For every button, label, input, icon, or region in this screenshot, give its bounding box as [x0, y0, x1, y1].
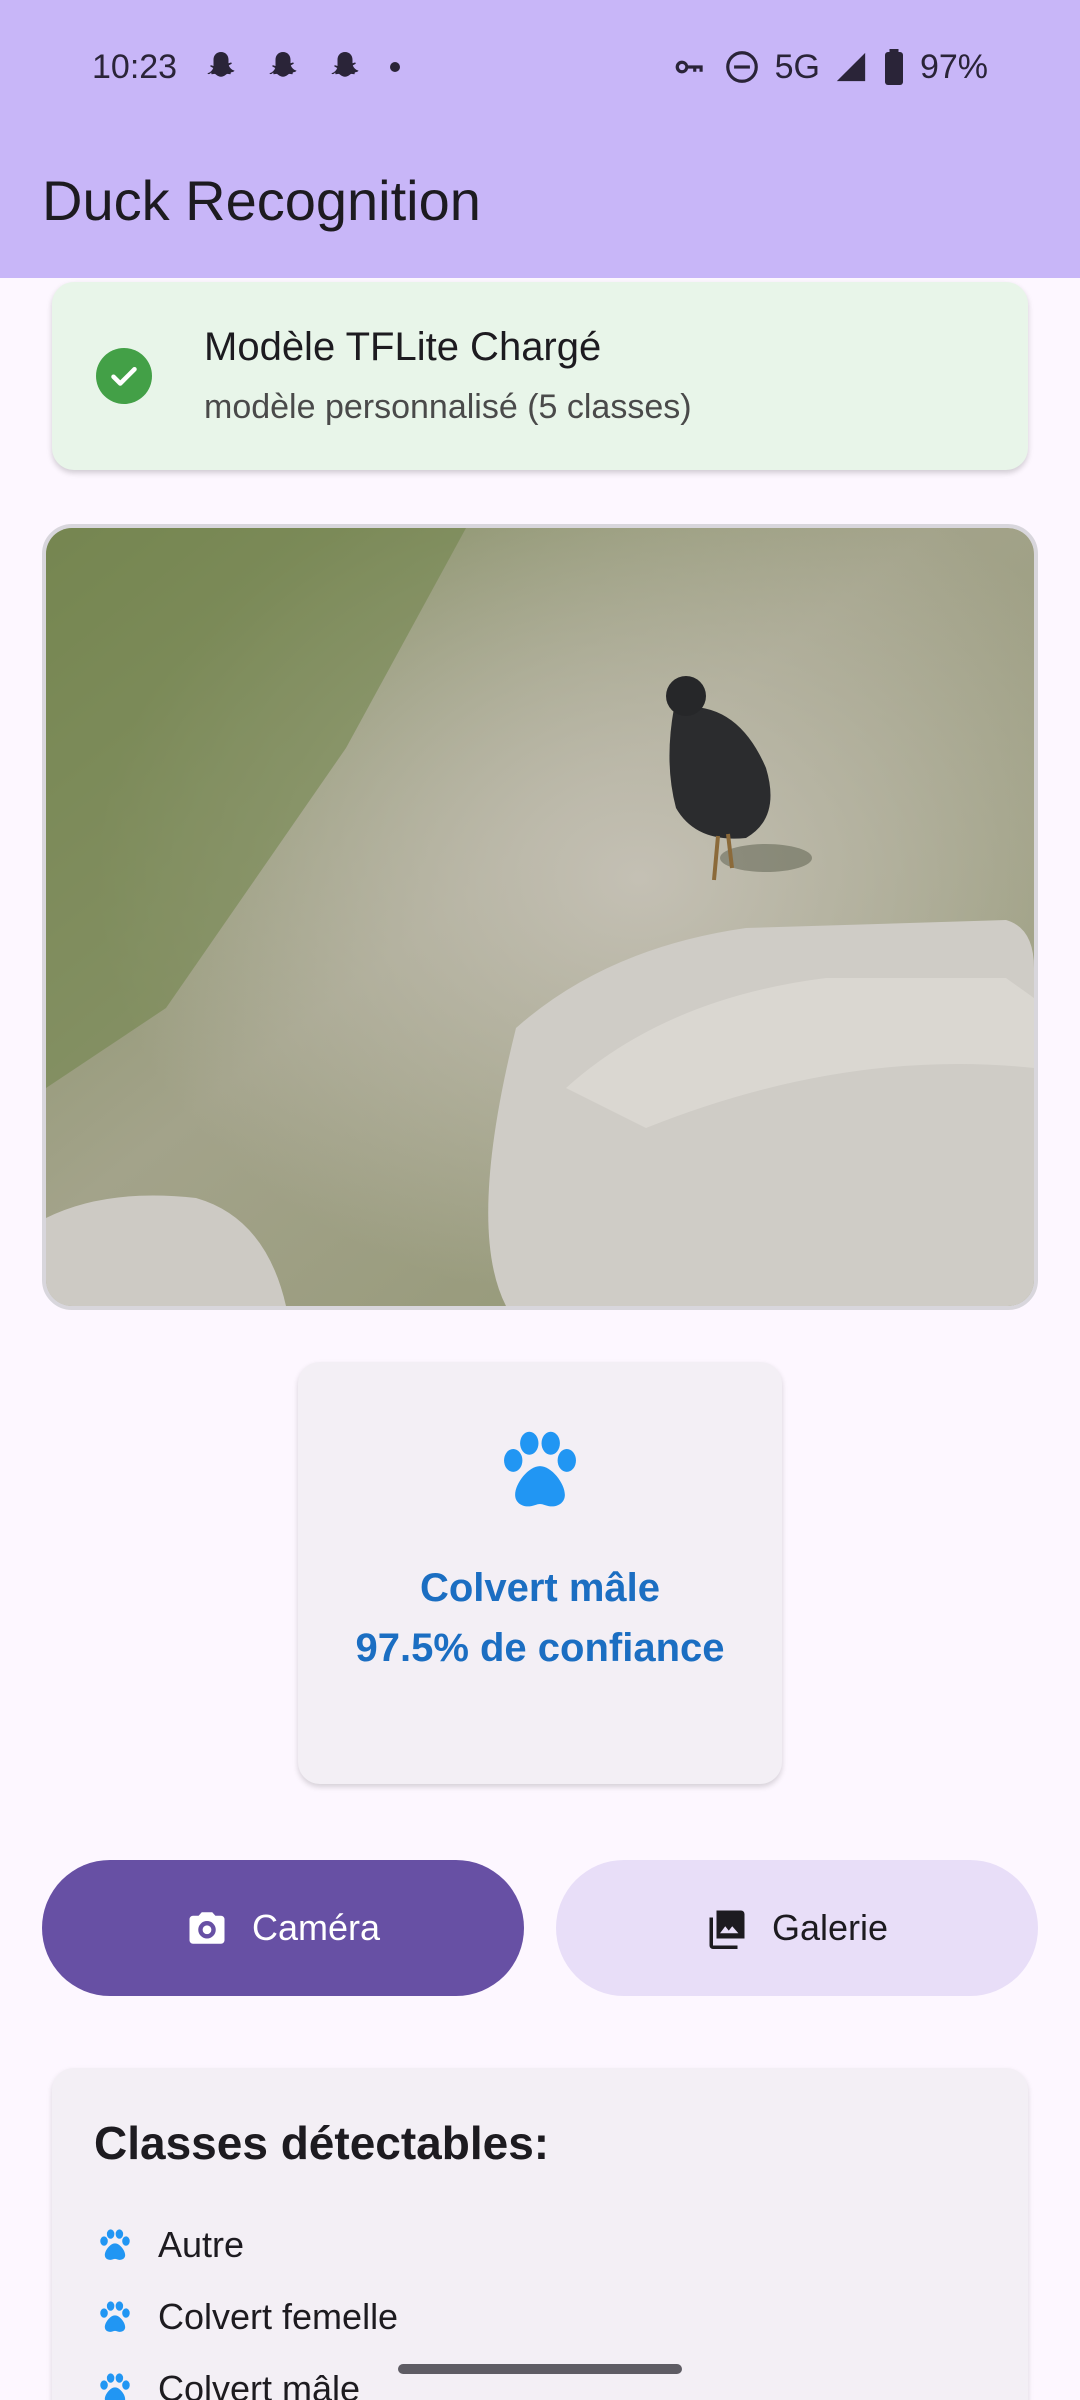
paw-icon — [100, 2301, 130, 2332]
status-time: 10:23 — [92, 47, 178, 86]
app-bar: 10:23 5G 97% Duck Recognition — [0, 0, 1080, 278]
model-status-card: Modèle TFLite Chargé modèle personnalisé… — [52, 282, 1028, 470]
network-type: 5G — [774, 47, 820, 86]
snapchat-icon — [269, 52, 297, 77]
gesture-nav-handle[interactable] — [398, 2364, 682, 2374]
image-icon — [709, 1910, 745, 1949]
list-item: Autre — [96, 2224, 244, 2266]
gallery-button[interactable]: Galerie — [556, 1860, 1038, 1996]
status-bar: 10:23 5G 97% — [0, 0, 1080, 134]
class-label: Colvert femelle — [158, 2296, 399, 2337]
list-item: Colvert femelle — [96, 2296, 398, 2338]
gallery-button-label: Galerie — [771, 1907, 889, 1948]
list-item: Colvert mâle — [96, 2368, 360, 2400]
camera-button[interactable]: Caméra — [42, 1860, 524, 1996]
prediction-card: Colvert mâle 97.5% de confiance — [298, 1362, 782, 1784]
snapchat-icon — [207, 52, 235, 77]
prediction-confidence: 97.5% de confiance — [355, 1626, 725, 1670]
model-status-title: Modèle TFLite Chargé — [204, 325, 602, 369]
vpn-key-icon — [675, 60, 703, 74]
paw-icon — [100, 2229, 130, 2260]
camera-button-label: Caméra — [251, 1907, 381, 1948]
analyzed-photo — [42, 524, 1038, 1310]
model-status-subtitle: modèle personnalisé (5 classes) — [204, 388, 692, 426]
paw-icon — [100, 2373, 130, 2400]
detectable-classes-card: Classes détectables: Autre Colvert femel… — [52, 2068, 1028, 2400]
class-label: Colvert mâle — [158, 2368, 361, 2400]
battery-percent: 97% — [919, 47, 988, 86]
snapchat-icon — [331, 52, 359, 77]
class-label: Autre — [158, 2224, 245, 2265]
paw-icon — [504, 1431, 576, 1507]
battery-icon — [884, 49, 903, 85]
page-title: Duck Recognition — [42, 169, 481, 232]
dot-icon — [390, 62, 401, 72]
camera-icon — [189, 1912, 225, 1944]
classes-title: Classes détectables: — [94, 2117, 550, 2169]
signal-icon — [836, 52, 866, 82]
prediction-label: Colvert mâle — [419, 1566, 661, 1610]
do-not-disturb-icon — [725, 51, 758, 83]
check-circle-icon — [96, 348, 152, 404]
